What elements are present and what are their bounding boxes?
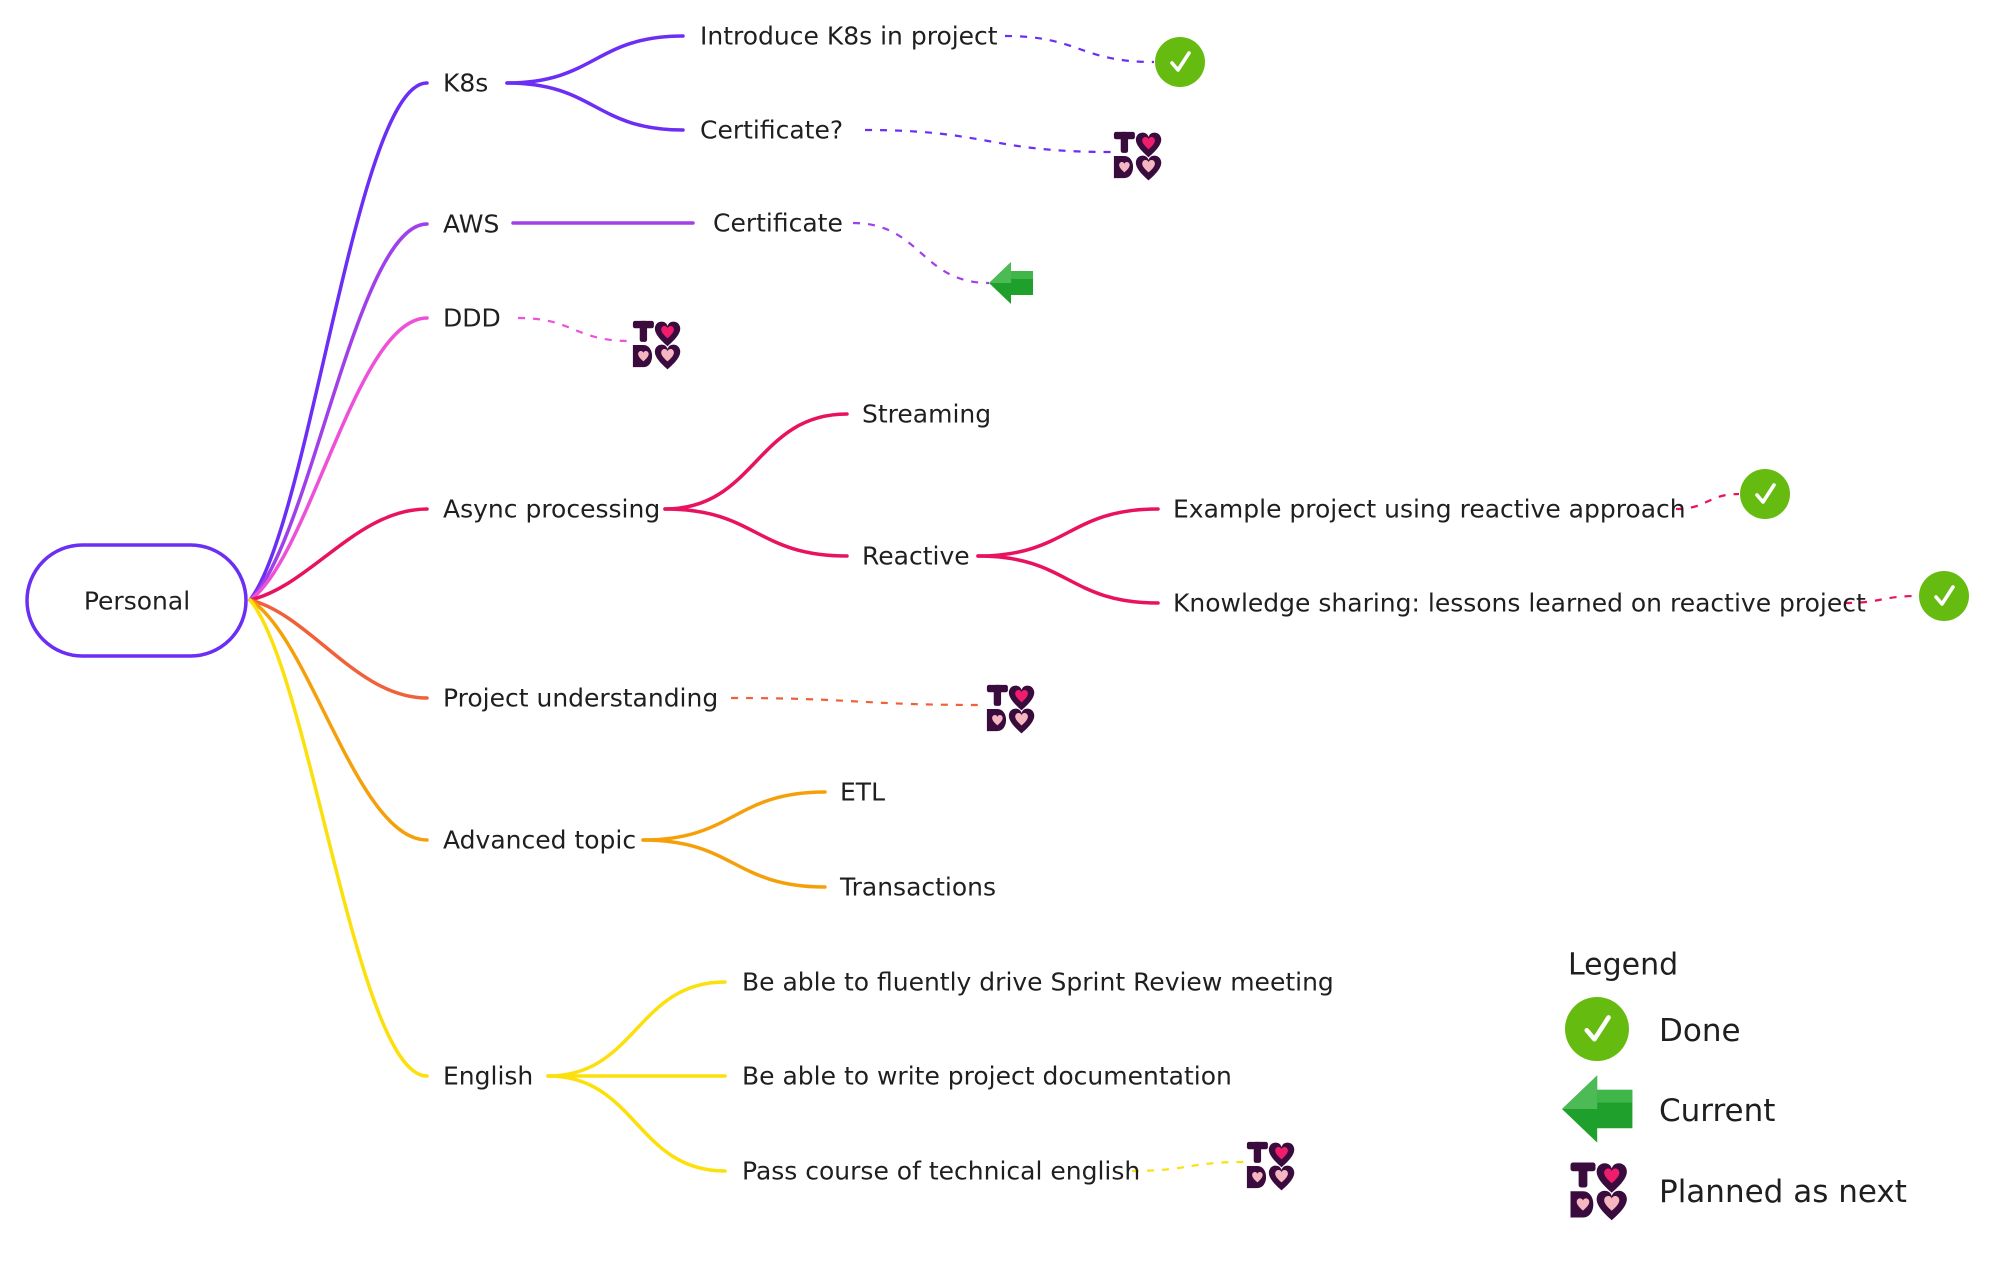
status-link-aws-cert [852,221,990,285]
legend-items: Done Current Planned as next [1562,997,1907,1221]
legend: Legend Done Current Planned as next [1562,948,1907,1221]
node-label: Be able to write project documentation [742,1062,1232,1091]
node-k8s[interactable]: K8s [443,69,488,98]
edge-root-k8s [248,81,429,602]
check-circle-icon [1919,571,1969,621]
legend-item-current: Current [1562,1075,1775,1143]
node-label: Certificate? [700,116,843,145]
node-reactive-knowledge[interactable]: Knowledge sharing: lessons learned on re… [1173,589,1866,618]
edge-async-reactive [663,507,849,558]
node-label: AWS [443,210,499,239]
root-node[interactable]: Personal [25,543,248,658]
edge-en-course [546,1074,727,1173]
arrow-left-icon [1562,1075,1633,1143]
node-english[interactable]: English [443,1062,533,1091]
check-circle-icon [1155,37,1205,87]
node-label: Knowledge sharing: lessons learned on re… [1173,589,1866,618]
node-label: Certificate [713,209,843,238]
node-label: Advanced topic [443,826,636,855]
node-label: English [443,1062,533,1091]
edge-reactive-knowledge [976,554,1160,605]
node-label: Transactions [839,873,996,902]
status-link-k8s-intro [1004,34,1155,64]
node-label: Be able to fluently drive Sprint Review … [742,968,1334,997]
node-advanced[interactable]: Advanced topic [443,826,636,855]
status-link-k8s-cert [864,128,1112,154]
node-label: Introduce K8s in project [700,22,998,51]
node-async-streaming[interactable]: Streaming [862,400,991,429]
edge-root-english [248,598,429,1078]
legend-label: Current [1659,1093,1775,1129]
todo-hearts-icon [1113,131,1162,181]
edge-async-streaming [663,412,849,511]
todo-hearts-icon [1570,1162,1627,1221]
node-label: Streaming [862,400,991,429]
legend-label: Done [1659,1013,1741,1049]
legend-label: Planned as next [1659,1174,1907,1210]
node-en-docs[interactable]: Be able to write project documentation [742,1062,1232,1091]
check-circle-icon [1565,997,1629,1061]
node-reactive-example[interactable]: Example project using reactive approach [1173,495,1686,524]
node-aws-cert[interactable]: Certificate [713,209,843,238]
legend-item-done: Done [1565,997,1741,1061]
todo-hearts-icon [1246,1141,1295,1191]
status-link-en-course [1131,1160,1245,1173]
node-adv-etl[interactable]: ETL [840,778,885,807]
todo-hearts-icon [632,320,681,370]
node-async[interactable]: Async processing [443,495,660,524]
node-adv-tx[interactable]: Transactions [839,873,996,902]
edge-reactive-example [976,507,1160,558]
status-link-project [730,696,985,707]
node-ddd[interactable]: DDD [443,304,501,333]
node-label: Example project using reactive approach [1173,495,1686,524]
node-en-sprint[interactable]: Be able to fluently drive Sprint Review … [742,968,1334,997]
node-label: Project understanding [443,684,718,713]
status-link-ddd [517,316,631,343]
node-label: DDD [443,304,501,333]
root-node-label: Personal [84,587,190,616]
node-label: ETL [840,778,885,807]
edges-layer [248,34,1160,1173]
node-project[interactable]: Project understanding [443,684,718,713]
node-label: Reactive [862,542,970,571]
node-en-course[interactable]: Pass course of technical english [742,1157,1140,1186]
node-k8s-intro[interactable]: Introduce K8s in project [700,22,998,51]
edge-adv-tx [641,838,827,889]
node-async-reactive[interactable]: Reactive [862,542,970,571]
legend-item-todo: Planned as next [1570,1162,1907,1221]
node-label: Async processing [443,495,660,524]
mindmap-canvas: Personal K8s Introduce K8s in project Cert… [25,22,1969,1221]
edge-root-advanced [248,598,429,842]
edge-adv-etl [641,790,827,842]
check-circle-icon [1740,469,1790,519]
arrow-left-icon [989,262,1033,304]
node-label: K8s [443,69,488,98]
node-label: Pass course of technical english [742,1157,1140,1186]
edge-k8s-intro [505,34,685,85]
todo-hearts-icon [986,684,1035,734]
legend-title: Legend [1568,948,1678,983]
edge-k8s-cert [505,81,685,132]
node-aws[interactable]: AWS [443,210,499,239]
node-k8s-cert[interactable]: Certificate? [700,116,843,145]
edge-en-sprint [546,980,727,1078]
